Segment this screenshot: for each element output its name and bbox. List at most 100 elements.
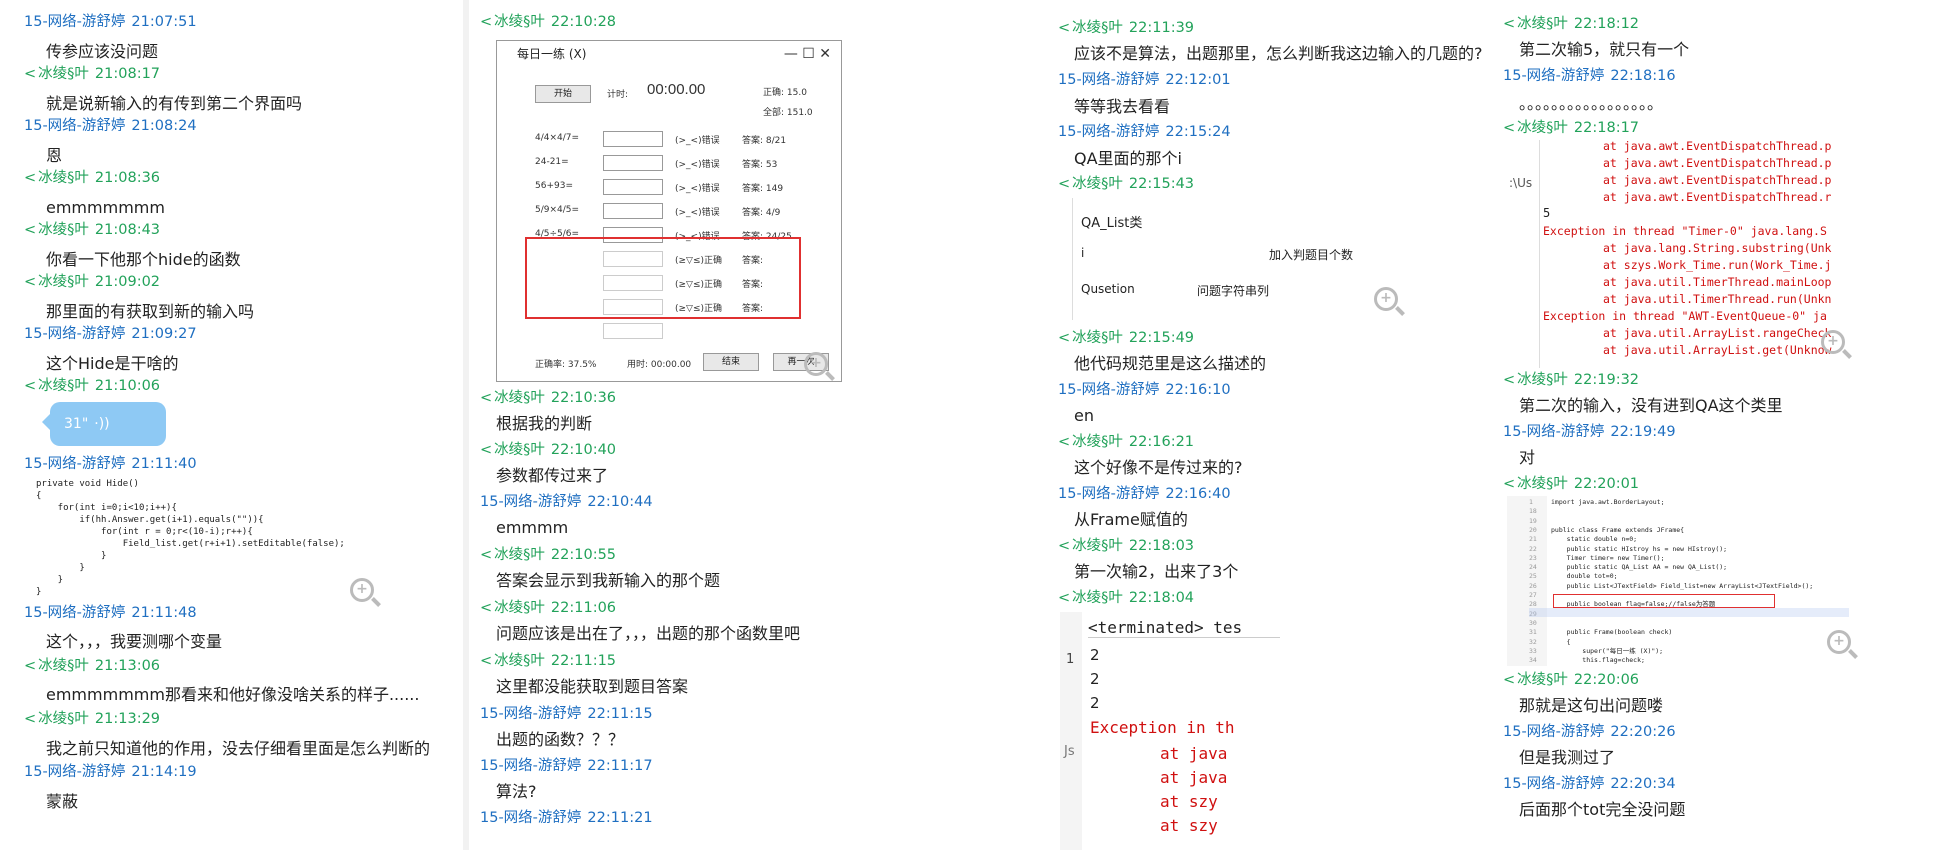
sender-name[interactable]: 15-网络-游舒婷 — [1058, 486, 1159, 502]
answer-input[interactable] — [603, 203, 663, 219]
sender-name[interactable]: 15-网络-游舒婷 — [1503, 68, 1604, 84]
sender-name[interactable]: 冰绫§叶 — [494, 390, 545, 406]
eclipse-code-screenshot[interactable]: 1 import java.awt.BorderLayout; 18 19 20 publ… — [1507, 496, 1861, 666]
message-text[interactable]: emmmm — [482, 516, 568, 545]
accuracy-label: 正确率: 37.5% — [535, 360, 597, 370]
message-text[interactable]: 应该不是算法，出题那里，怎么判断我这边输入的几题的? — [1060, 42, 1483, 71]
sender-name[interactable]: 冰绫§叶 — [38, 66, 89, 82]
sender-name[interactable]: 冰绫§叶 — [38, 378, 89, 394]
message-text[interactable]: 出题的函数？？？ — [482, 728, 624, 757]
zoom-in-icon[interactable]: + — [1821, 330, 1845, 354]
spec-doc-screenshot[interactable]: QA_List类i 加入判题目个数 Qusetion 问题字符串列 Answer 答案字符… — [1072, 198, 1372, 320]
sender-name[interactable]: 冰绫§叶 — [1517, 672, 1568, 688]
message-text[interactable]: 那就是这句出问题喽 — [1505, 694, 1663, 723]
zoom-in-icon[interactable]: + — [804, 352, 828, 376]
message-text[interactable]: 这里都没能获取到题目答案 — [482, 675, 688, 704]
message-header: 15-网络-游舒婷 22:15:24 — [1058, 122, 1231, 142]
sender-name[interactable]: 15-网络-游舒婷 — [1503, 724, 1604, 740]
message-text[interactable]: 问题应该是出在了，，，出题的那个函数里吧 — [482, 622, 800, 651]
answer-input[interactable] — [603, 323, 663, 339]
sender-name[interactable]: 15-网络-游舒婷 — [480, 706, 581, 722]
sender-name[interactable]: 冰绫§叶 — [38, 274, 89, 290]
sender-name[interactable]: 冰绫§叶 — [1072, 538, 1123, 554]
message-text[interactable]: 这个好像不是传过来的? — [1060, 456, 1243, 485]
message-text[interactable]: 从Frame赋值的 — [1060, 508, 1188, 537]
start-button[interactable]: 开始 — [535, 85, 591, 103]
sender-name[interactable]: 冰绫§叶 — [1072, 20, 1123, 36]
message-text[interactable]: 第二次的输入，没有进到QA这个类里 — [1505, 394, 1783, 423]
message-text[interactable]: 。。。。。。。。。。。。。。。。。 — [1505, 92, 1663, 121]
answer-input[interactable] — [603, 155, 663, 171]
sender-name[interactable]: 冰绫§叶 — [38, 658, 89, 674]
sender-name[interactable]: 15-网络-游舒婷 — [1058, 124, 1159, 140]
doc-heading: QA_List类 — [1081, 216, 1143, 231]
zoom-in-icon[interactable]: + — [350, 578, 374, 602]
highlight-box — [1553, 594, 1775, 608]
code-screenshot[interactable]: private void Hide() { for(int i=0;i<10;i+… — [36, 478, 396, 598]
end-button[interactable]: 结束 — [703, 353, 759, 371]
sender-name[interactable]: 冰绫§叶 — [1072, 590, 1123, 606]
message-text[interactable]: en — [1060, 404, 1094, 433]
sender-name[interactable]: 冰绫§叶 — [1517, 120, 1568, 136]
sender-name[interactable]: 冰绫§叶 — [494, 14, 545, 30]
message-text[interactable]: 算法? — [482, 780, 537, 809]
sender-name[interactable]: 冰绫§叶 — [494, 600, 545, 616]
console-line: 2 — [1090, 646, 1100, 664]
stack-line: at szys.Work_Time.run(Work_Time.j — [1603, 258, 1832, 272]
sender-name[interactable]: 冰绫§叶 — [494, 547, 545, 563]
sender-name[interactable]: 冰绫§叶 — [1517, 476, 1568, 492]
message-header: < 冰绫§叶 22:18:12 — [1503, 14, 1639, 34]
message-header: 15-网络-游舒婷 21:07:51 — [24, 12, 197, 32]
sender-name[interactable]: 15-网络-游舒婷 — [1058, 382, 1159, 398]
message-text[interactable]: 这个，，，我要测哪个变量 — [32, 630, 222, 659]
message-text[interactable]: 他代码规范里是这么描述的 — [1060, 352, 1266, 381]
voice-message-bubble[interactable]: 31" ·)) — [42, 402, 166, 446]
message-text[interactable]: 答案会显示到我新输入的那个题 — [482, 569, 720, 598]
quiz-window-screenshot[interactable]: 每日一练 (X) — ☐ ✕ 开始 计时: 00:00.00 正确: 15.0 全部: 15… — [496, 40, 842, 382]
console-screenshot[interactable]: 1 Js <terminated> tes 2 2 2 Exception in th at … — [1060, 612, 1280, 850]
sender-name[interactable]: 15-网络-游舒婷 — [24, 14, 125, 30]
message-text[interactable]: 蒙蔽 — [32, 790, 78, 819]
sender-name[interactable]: 冰绫§叶 — [494, 442, 545, 458]
sender-name[interactable]: 15-网络-游舒婷 — [1058, 72, 1159, 88]
sender-name[interactable]: 15-网络-游舒婷 — [1503, 776, 1604, 792]
sender-name[interactable]: 冰绫§叶 — [38, 711, 89, 727]
zoom-in-icon[interactable]: + — [1827, 630, 1851, 654]
message-text[interactable]: 但是我测过了 — [1505, 746, 1615, 775]
message-time: 22:16:40 — [1165, 486, 1231, 502]
sender-name[interactable]: 冰绫§叶 — [38, 222, 89, 238]
sender-name[interactable]: 15-网络-游舒婷 — [1503, 424, 1604, 440]
message-text[interactable]: emmmmmmm那看来和他好像没啥关系的样子...... — [32, 683, 419, 712]
sender-name[interactable]: 冰绫§叶 — [1072, 176, 1123, 192]
message-text[interactable]: QA里面的那个i — [1060, 147, 1182, 176]
sender-name[interactable]: 15-网络-游舒婷 — [24, 764, 125, 780]
sender-name[interactable]: 15-网络-游舒婷 — [480, 810, 581, 826]
sender-name[interactable]: 15-网络-游舒婷 — [24, 456, 125, 472]
sender-name[interactable]: 15-网络-游舒婷 — [24, 118, 125, 134]
sender-name[interactable]: 冰绫§叶 — [1072, 330, 1123, 346]
sender-name[interactable]: 冰绫§叶 — [1517, 372, 1568, 388]
answer-input[interactable] — [603, 179, 663, 195]
sender-name[interactable]: 15-网络-游舒婷 — [24, 605, 125, 621]
message-text[interactable]: 第二次输5，就只有一个 — [1505, 38, 1689, 67]
zoom-in-icon[interactable]: + — [1374, 287, 1398, 311]
sender-name[interactable]: 15-网络-游舒婷 — [24, 326, 125, 342]
message-time: 22:15:43 — [1128, 176, 1195, 192]
message-text[interactable]: 参数都传过来了 — [482, 464, 608, 493]
message-text[interactable]: 等等我去看看 — [1060, 95, 1170, 124]
sender-name[interactable]: 15-网络-游舒婷 — [480, 494, 581, 510]
message-text[interactable]: 后面那个tot完全没问题 — [1505, 798, 1685, 827]
message-text[interactable]: 根据我的判断 — [482, 412, 592, 441]
stacktrace-screenshot[interactable]: :\Us at java.awt.EventDispatchThread.p at … — [1503, 140, 1859, 368]
code-line: super("每日一练 (X)"); — [1551, 646, 1664, 655]
answer-input[interactable] — [603, 131, 663, 147]
sender-prefix-icon: < — [1503, 476, 1516, 492]
sender-name[interactable]: 冰绫§叶 — [494, 653, 545, 669]
message-text[interactable]: 第一次输2，出来了3个 — [1060, 560, 1238, 589]
gutter-text: Js — [1064, 744, 1075, 759]
sender-name[interactable]: 冰绫§叶 — [1517, 16, 1568, 32]
sender-name[interactable]: 冰绫§叶 — [38, 170, 89, 186]
message-text[interactable]: 对 — [1505, 446, 1535, 475]
sender-name[interactable]: 冰绫§叶 — [1072, 434, 1123, 450]
sender-name[interactable]: 15-网络-游舒婷 — [480, 758, 581, 774]
